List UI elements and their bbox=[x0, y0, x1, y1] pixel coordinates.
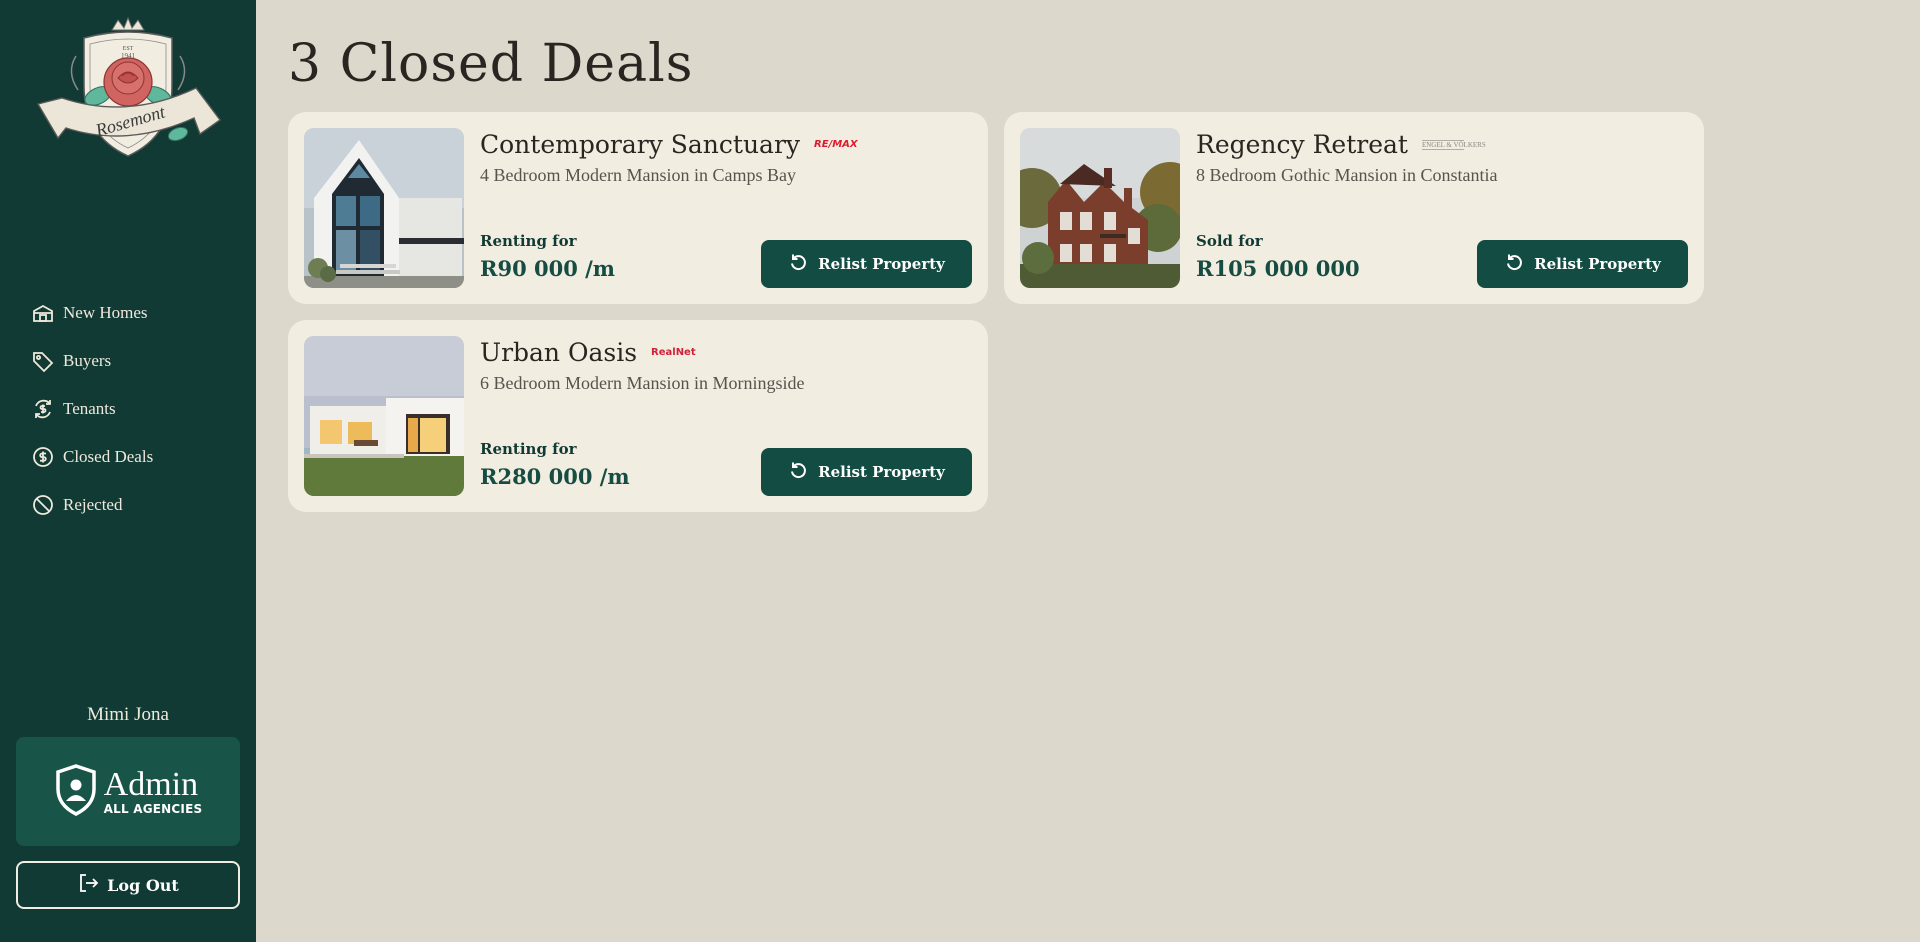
price-value: R105 000 000 bbox=[1196, 256, 1360, 281]
sidebar-item-buyers[interactable]: Buyers bbox=[32, 337, 242, 385]
ban-icon bbox=[32, 494, 54, 516]
sidebar-item-tenants[interactable]: Tenants bbox=[32, 385, 242, 433]
property-photo bbox=[1020, 128, 1180, 288]
sidebar: EST 1941 Rosemont New Homes Buyers Tenan… bbox=[0, 0, 256, 942]
sidebar-nav: New Homes Buyers Tenants Closed Deals Re… bbox=[32, 289, 242, 529]
agency-logo: ENGEL & VÖLKERS bbox=[1421, 139, 1486, 150]
property-description: 6 Bedroom Modern Mansion in Morningside bbox=[480, 373, 805, 393]
logout-button[interactable]: Log Out bbox=[16, 861, 240, 909]
sidebar-item-closed-deals[interactable]: Closed Deals bbox=[32, 433, 242, 481]
sidebar-item-new-homes[interactable]: New Homes bbox=[32, 289, 242, 337]
price-label: Sold for bbox=[1196, 232, 1263, 250]
sidebar-item-label: New Homes bbox=[63, 303, 148, 322]
price-label: Renting for bbox=[480, 232, 577, 250]
house-icon bbox=[32, 302, 54, 324]
dollar-circle-icon bbox=[32, 446, 54, 468]
sidebar-item-label: Buyers bbox=[63, 351, 112, 370]
deal-card: Regency Retreat ENGEL & VÖLKERS 8 Bedroo… bbox=[1004, 112, 1704, 304]
property-name: Regency Retreat bbox=[1196, 130, 1408, 159]
relist-property-button[interactable]: Relist Property bbox=[761, 240, 972, 288]
property-photo bbox=[304, 336, 464, 496]
relist-icon bbox=[788, 252, 808, 276]
property-photo bbox=[304, 128, 464, 288]
shield-user-icon bbox=[54, 763, 98, 821]
property-name: Contemporary Sanctuary bbox=[480, 130, 801, 159]
sidebar-item-rejected[interactable]: Rejected bbox=[32, 481, 242, 529]
relist-property-button[interactable]: Relist Property bbox=[1477, 240, 1688, 288]
relist-property-button[interactable]: Relist Property bbox=[761, 448, 972, 496]
relist-icon bbox=[788, 460, 808, 484]
price-value: R280 000 /m bbox=[480, 464, 630, 489]
property-name: Urban Oasis bbox=[480, 338, 638, 367]
rent-cycle-icon bbox=[32, 398, 54, 420]
sidebar-item-label: Tenants bbox=[63, 399, 116, 418]
logout-label: Log Out bbox=[107, 875, 179, 895]
property-description: 4 Bedroom Modern Mansion in Camps Bay bbox=[480, 165, 796, 185]
tag-icon bbox=[32, 350, 54, 372]
agency-logo: RE/MAX bbox=[814, 139, 858, 150]
role-title: Admin bbox=[103, 765, 199, 803]
property-description: 8 Bedroom Gothic Mansion in Constantia bbox=[1196, 165, 1498, 185]
sidebar-item-label: Rejected bbox=[63, 495, 123, 514]
agency-logo: RealNet bbox=[651, 347, 696, 358]
relist-icon bbox=[1504, 252, 1524, 276]
deal-card: Urban Oasis RealNet 6 Bedroom Modern Man… bbox=[288, 320, 988, 512]
user-name: Mimi Jona bbox=[87, 704, 169, 725]
price-label: Renting for bbox=[480, 440, 577, 458]
relist-label: Relist Property bbox=[818, 463, 945, 481]
relist-label: Relist Property bbox=[1534, 255, 1661, 273]
price-value: R90 000 /m bbox=[480, 256, 616, 281]
rosemont-logo[interactable]: EST 1941 Rosemont bbox=[32, 16, 224, 160]
relist-label: Relist Property bbox=[818, 255, 945, 273]
role-subtitle: ALL AGENCIES bbox=[103, 801, 203, 816]
page-title: 3 Closed Deals bbox=[288, 34, 694, 94]
role-card: Admin ALL AGENCIES bbox=[16, 737, 240, 846]
logout-icon bbox=[77, 872, 99, 898]
sidebar-item-label: Closed Deals bbox=[63, 447, 154, 466]
deal-card: Contemporary Sanctuary RE/MAX 4 Bedroom … bbox=[288, 112, 988, 304]
